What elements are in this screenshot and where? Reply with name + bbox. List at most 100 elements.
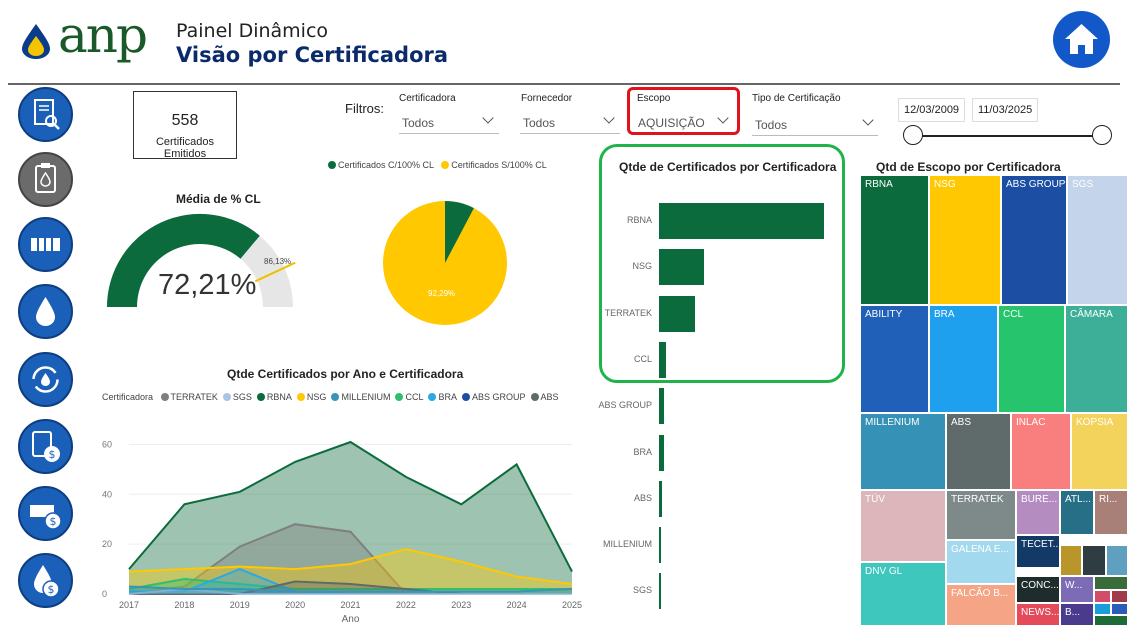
treemap-cell[interactable]: ATL... xyxy=(1060,490,1094,535)
legend-dot xyxy=(395,393,404,401)
treemap-cell[interactable]: RBNA xyxy=(860,175,929,305)
treemap-label: TERRATEK xyxy=(951,494,1004,505)
treemap-cell[interactable] xyxy=(1094,603,1111,615)
pie-legend: Certificados C/100% CL Certificados S/10… xyxy=(323,160,547,170)
svg-text:$: $ xyxy=(49,448,56,461)
treemap-cell[interactable]: W... xyxy=(1060,576,1094,603)
bar-millenium[interactable] xyxy=(659,527,661,564)
treemap-cell[interactable]: INLAC xyxy=(1011,413,1071,490)
nav-drop-dollar-button[interactable]: $ xyxy=(18,553,73,608)
treemap-label: FALCÃO B... xyxy=(951,588,1009,599)
bar-ccl[interactable] xyxy=(659,341,666,378)
x-tick-label: 2017 xyxy=(119,600,139,610)
treemap-cell[interactable]: MILLENIUM xyxy=(860,413,946,490)
treemap-cell[interactable]: GALENA E... xyxy=(946,540,1016,584)
filter-underline xyxy=(752,135,878,136)
pie-slice-label: 92,29% xyxy=(428,289,455,298)
treemap-cell[interactable]: FALCÃO B... xyxy=(946,584,1016,626)
date-start-input[interactable]: 12/03/2009 xyxy=(898,98,966,122)
treemap-label: BRA xyxy=(934,309,955,320)
nav-document-search-button[interactable] xyxy=(18,87,73,142)
drop-dollar-icon: $ xyxy=(34,565,60,598)
area-legend-item: BRA xyxy=(438,392,457,402)
treemap-cell[interactable]: DNV GL xyxy=(860,562,946,626)
bar-label: RBNA xyxy=(626,215,652,225)
date-slider-start-handle[interactable] xyxy=(903,125,923,145)
filter-certificadora-title: Certificadora xyxy=(399,93,456,104)
legend-dot xyxy=(428,393,437,401)
area-legend-item: ABS xyxy=(540,392,559,402)
nav-tanks-button[interactable] xyxy=(18,217,73,272)
treemap-cell[interactable]: CCL xyxy=(998,305,1065,413)
treemap-cell[interactable]: ABILITY xyxy=(860,305,929,413)
treemap-cell[interactable] xyxy=(1060,545,1082,576)
page-subtitle: Visão por Certificadora xyxy=(176,43,449,67)
date-slider-track[interactable] xyxy=(912,135,1102,137)
treemap-cell[interactable]: TERRATEK xyxy=(946,490,1016,540)
legend-title: Certificadora xyxy=(102,392,154,402)
treemap-cell[interactable] xyxy=(1082,545,1106,576)
x-tick-label: 2020 xyxy=(285,600,305,610)
treemap-cell[interactable]: ABS GROUP xyxy=(1001,175,1067,305)
anp-logo-drop-icon xyxy=(20,22,52,60)
svg-text:$: $ xyxy=(50,515,57,528)
treemap-cell[interactable]: BRA xyxy=(929,305,998,413)
treemap-label: B... xyxy=(1065,607,1081,618)
treemap-label: W... xyxy=(1065,580,1083,591)
treemap-cell[interactable]: NSG xyxy=(929,175,1001,305)
treemap-cell[interactable]: RI... xyxy=(1094,490,1128,535)
treemap-cell[interactable] xyxy=(1094,615,1128,626)
filter-fornecedor-title: Fornecedor xyxy=(521,93,573,104)
certificates-count: 558 xyxy=(171,112,199,129)
y-tick-label: 60 xyxy=(102,439,112,449)
bar-abs[interactable] xyxy=(659,480,663,517)
area-chart-title: Qtde Certificados por Ano e Certificador… xyxy=(227,367,464,381)
treemap-cell[interactable] xyxy=(1094,590,1111,603)
nav-drop-button[interactable] xyxy=(18,284,73,339)
treemap-cell[interactable]: ABS xyxy=(946,413,1011,490)
treemap-cell[interactable]: KOPSIA xyxy=(1071,413,1128,490)
treemap-cell[interactable]: TECET... xyxy=(1016,535,1060,568)
treemap-cell[interactable] xyxy=(1094,576,1128,590)
nav-clipboard-dollar-button[interactable]: $ xyxy=(18,419,73,474)
treemap-cell[interactable]: B... xyxy=(1060,603,1094,626)
filter-underline xyxy=(520,133,620,134)
area-chart: 0 20 40 60 2017 2018 2019 2020 2021 2022 2023 2024 2… xyxy=(102,439,582,625)
treemap-label: CONC... xyxy=(1021,580,1059,591)
bar-chart-title: Qtde de Certificados por Certificadora xyxy=(619,160,837,174)
bar-sgs[interactable] xyxy=(659,573,661,610)
date-slider-end-handle[interactable] xyxy=(1092,125,1112,145)
bar-abs-group[interactable] xyxy=(659,388,664,425)
treemap-label: INLAC xyxy=(1016,417,1046,428)
treemap-cell[interactable]: CONC... xyxy=(1016,576,1060,603)
treemap-cell[interactable] xyxy=(1111,603,1128,615)
bar-label: MILLENIUM xyxy=(602,539,652,550)
treemap-cell[interactable]: NEWS... xyxy=(1016,603,1060,626)
filters-label: Filtros: xyxy=(345,101,384,116)
bar-rbna[interactable] xyxy=(659,203,824,239)
gauge-value-label: 72,21% xyxy=(158,269,257,301)
home-button[interactable] xyxy=(1053,11,1110,68)
treemap-cell[interactable]: TÜV xyxy=(860,490,946,562)
bar-label: ABS xyxy=(633,492,652,503)
treemap-cell[interactable]: SGS xyxy=(1067,175,1128,305)
bar-nsg[interactable] xyxy=(659,249,704,286)
bar-bra[interactable] xyxy=(659,434,664,471)
legend-dot xyxy=(328,161,336,169)
date-end-input[interactable]: 11/03/2025 xyxy=(972,98,1039,122)
nav-clipboard-drop-button[interactable] xyxy=(18,152,73,207)
chevron-down-icon xyxy=(862,114,874,126)
treemap-cell[interactable]: CÂMARA xyxy=(1065,305,1128,413)
treemap-cell[interactable] xyxy=(1111,590,1128,603)
nav-tanks-dollar-button[interactable]: $ xyxy=(18,486,73,541)
pie-legend-item: Certificados S/100% CL xyxy=(451,160,547,170)
x-tick-label: 2025 xyxy=(562,600,582,610)
nav-cycle-button[interactable] xyxy=(18,352,73,407)
drop-icon xyxy=(36,297,55,326)
treemap-cell[interactable] xyxy=(1106,545,1128,576)
bar-terratek[interactable] xyxy=(659,295,696,332)
y-tick-label: 40 xyxy=(102,489,112,499)
treemap-cell[interactable]: BURE... xyxy=(1016,490,1060,535)
clipboard-dollar-icon: $ xyxy=(32,431,60,462)
treemap-label: ABILITY xyxy=(865,309,903,320)
